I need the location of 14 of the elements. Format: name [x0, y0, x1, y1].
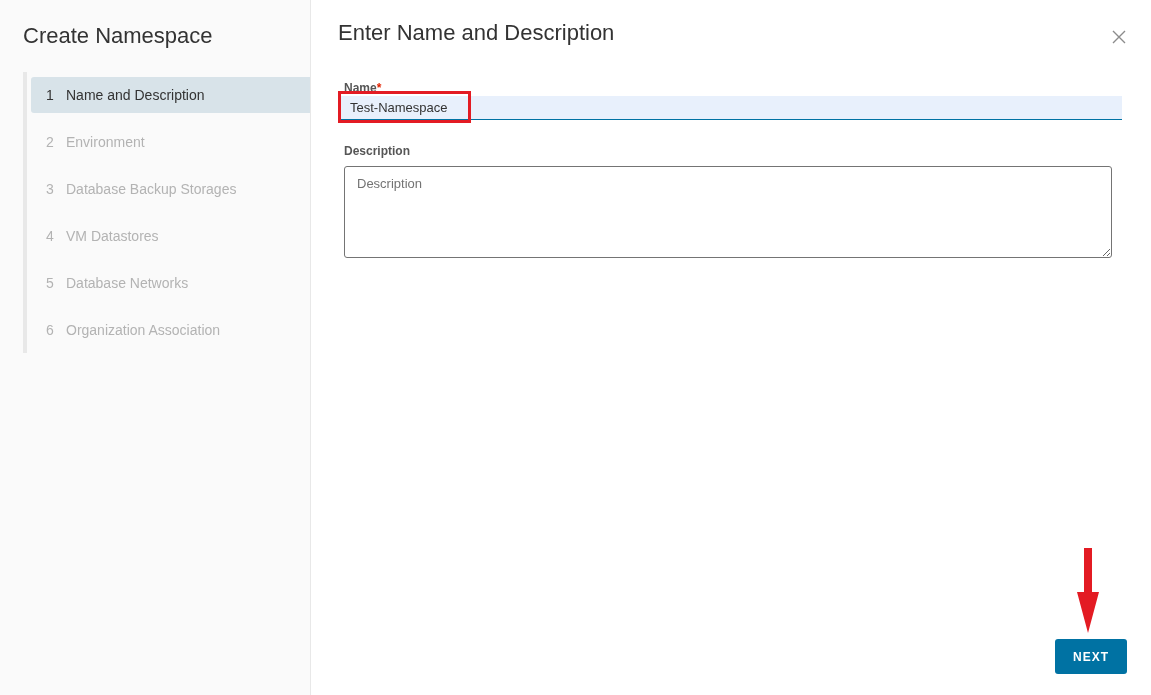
- description-label: Description: [344, 144, 411, 158]
- step-item[interactable]: 5 Database Networks: [31, 265, 310, 301]
- close-button[interactable]: [1111, 29, 1127, 45]
- page-title: Enter Name and Description: [338, 19, 615, 47]
- step-item[interactable]: 2 Environment: [31, 124, 310, 160]
- step-item[interactable]: 3 Database Backup Storages: [31, 171, 310, 207]
- step-item[interactable]: 4 VM Datastores: [31, 218, 310, 254]
- wizard-title: Create Namespace: [23, 22, 214, 50]
- description-textarea[interactable]: Description: [344, 166, 1112, 258]
- next-button[interactable]: NEXT: [1055, 639, 1127, 674]
- close-icon: [1111, 29, 1127, 45]
- step-item[interactable]: 1 Name and Description: [31, 77, 310, 113]
- step-item[interactable]: 6 Organization Association: [31, 312, 310, 348]
- name-input[interactable]: Test-Namespace: [340, 96, 1122, 120]
